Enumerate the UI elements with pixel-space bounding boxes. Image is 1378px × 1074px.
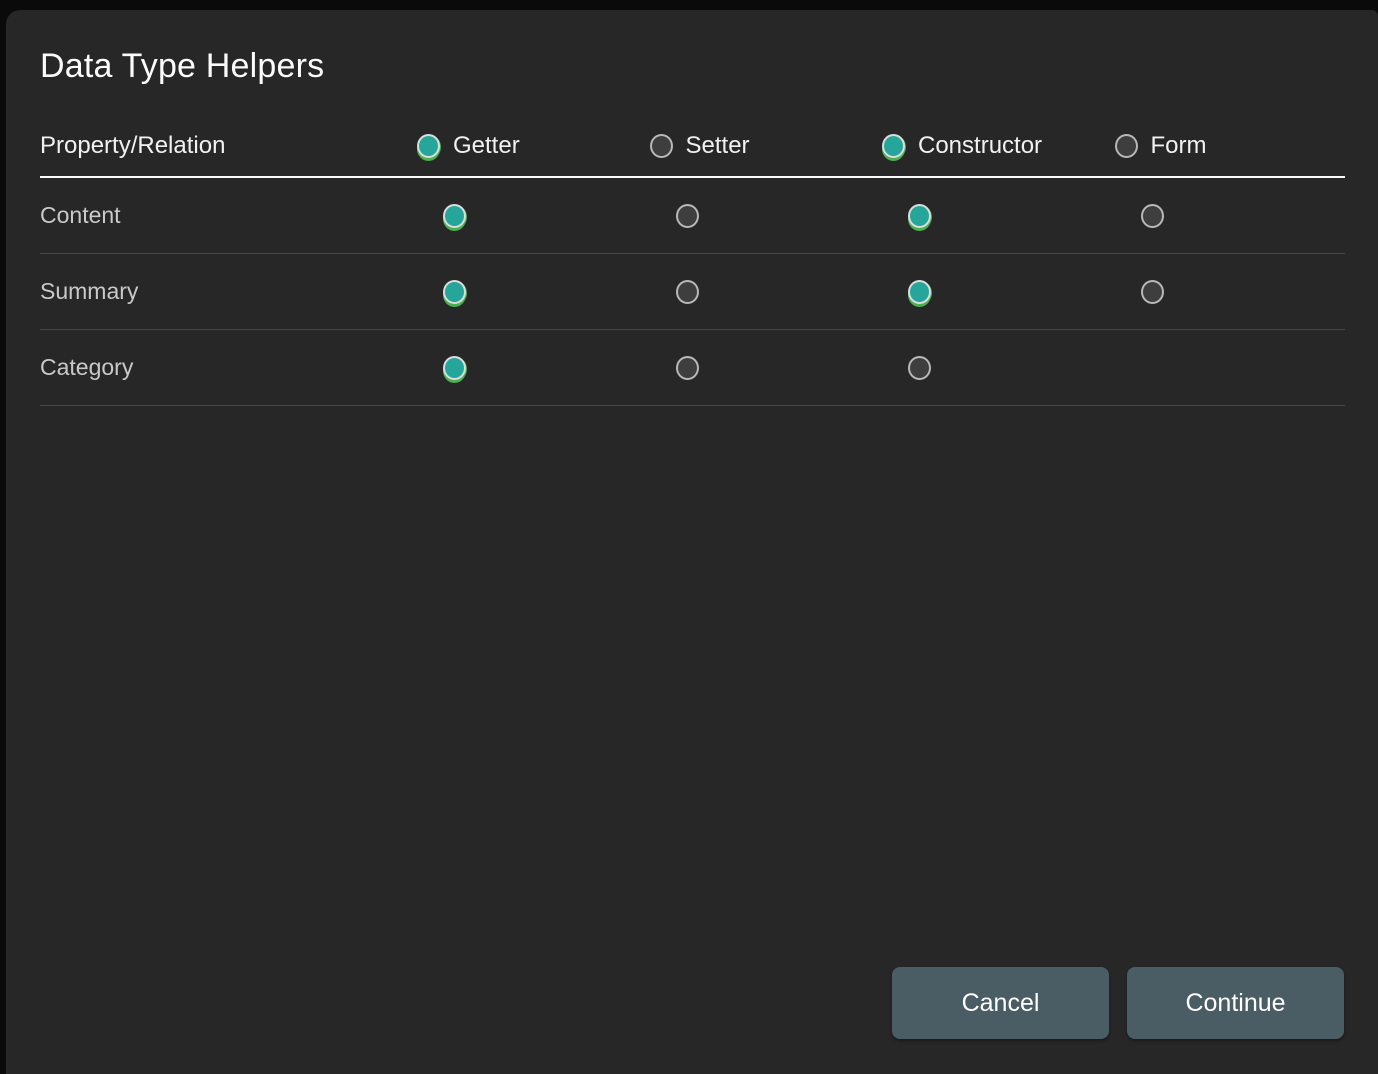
column-label-getter: Getter xyxy=(453,132,520,160)
helpers-table: Property/Relation Getter Setter Constructo… xyxy=(40,86,1345,406)
column-radio-getter[interactable] xyxy=(417,134,440,158)
radio-summary-setter[interactable] xyxy=(676,280,699,304)
row-label: Summary xyxy=(40,278,415,305)
radio-summary-constructor[interactable] xyxy=(908,280,931,304)
cell-summary-getter xyxy=(415,280,648,304)
dialog-title: Data Type Helpers xyxy=(40,46,1378,86)
column-header-form: Form xyxy=(1113,132,1346,160)
cell-content-getter xyxy=(415,204,648,228)
column-radio-constructor[interactable] xyxy=(882,134,905,158)
column-label-setter: Setter xyxy=(686,132,750,160)
radio-summary-form[interactable] xyxy=(1141,280,1164,304)
column-header-constructor: Constructor xyxy=(880,132,1113,160)
cell-summary-setter xyxy=(648,280,881,304)
dialog-buttons: Cancel Continue xyxy=(892,967,1344,1039)
data-type-helpers-dialog: Data Type Helpers Property/Relation Gett… xyxy=(6,10,1378,1074)
table-row-category: Category xyxy=(40,330,1345,406)
radio-category-constructor[interactable] xyxy=(908,356,931,380)
table-row-summary: Summary xyxy=(40,254,1345,330)
radio-content-form[interactable] xyxy=(1141,204,1164,228)
continue-button[interactable]: Continue xyxy=(1127,967,1344,1039)
row-label: Content xyxy=(40,202,415,229)
radio-content-constructor[interactable] xyxy=(908,204,931,228)
column-label-form: Form xyxy=(1151,132,1207,160)
column-header-setter: Setter xyxy=(648,132,881,160)
row-label: Category xyxy=(40,354,415,381)
column-label-constructor: Constructor xyxy=(918,132,1042,160)
cell-summary-form xyxy=(1113,280,1346,304)
column-radio-setter[interactable] xyxy=(650,134,673,158)
cell-content-constructor xyxy=(880,204,1113,228)
radio-category-setter[interactable] xyxy=(676,356,699,380)
cell-category-getter xyxy=(415,356,648,380)
cell-content-setter xyxy=(648,204,881,228)
table-body: Content Summary Category xyxy=(40,178,1345,406)
table-header-row: Property/Relation Getter Setter Constructo… xyxy=(40,86,1345,178)
radio-content-setter[interactable] xyxy=(676,204,699,228)
cell-summary-constructor xyxy=(880,280,1113,304)
cancel-button[interactable]: Cancel xyxy=(892,967,1109,1039)
column-header-getter: Getter xyxy=(415,132,648,160)
cell-category-constructor xyxy=(880,356,1113,380)
cell-content-form xyxy=(1113,204,1346,228)
property-relation-header: Property/Relation xyxy=(40,132,415,160)
table-row-content: Content xyxy=(40,178,1345,254)
cell-category-setter xyxy=(648,356,881,380)
radio-content-getter[interactable] xyxy=(443,204,466,228)
radio-category-getter[interactable] xyxy=(443,356,466,380)
radio-summary-getter[interactable] xyxy=(443,280,466,304)
column-radio-form[interactable] xyxy=(1115,134,1138,158)
